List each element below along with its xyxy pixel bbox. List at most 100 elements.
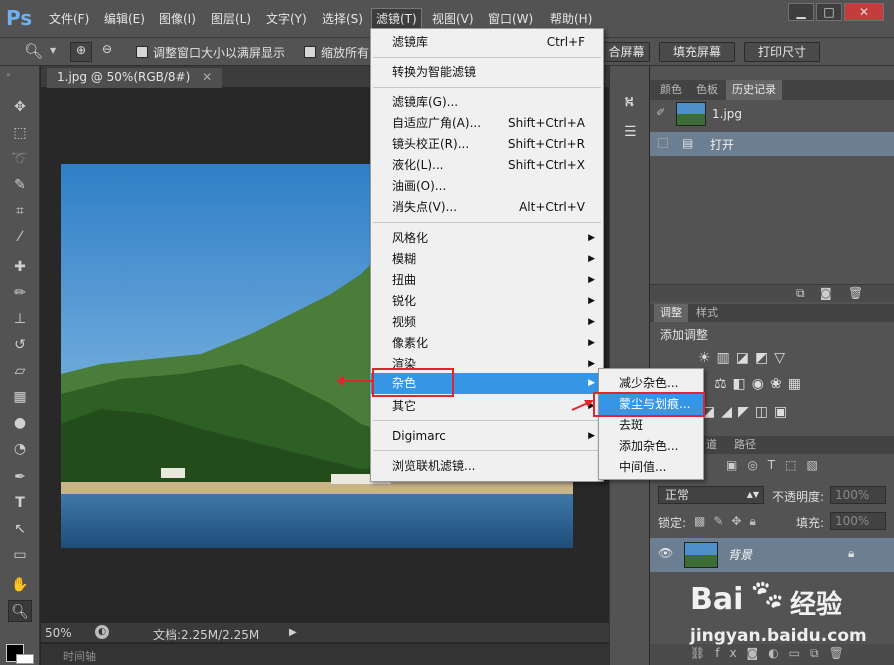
fill-input[interactable]: 100% <box>830 512 886 530</box>
healing-brush-tool-icon[interactable]: ✚ <box>8 256 32 278</box>
zoom-out-icon[interactable]: ⊖ <box>96 42 118 62</box>
fit-screen-button[interactable]: 合屏幕 <box>604 42 650 62</box>
new-document-from-state-icon[interactable]: ⧉ <box>796 286 805 301</box>
menu-item-blur[interactable]: 模糊 ▶ <box>371 249 603 270</box>
crop-tool-icon[interactable]: ⌗ <box>8 200 32 222</box>
zoom-in-icon[interactable]: ⊕ <box>70 42 92 62</box>
menu-help[interactable]: 帮助(H) <box>550 10 592 27</box>
menu-item-video[interactable]: 视频 ▶ <box>371 312 603 333</box>
tab-adjustments[interactable]: 调整 <box>654 304 688 322</box>
menu-window[interactable]: 窗口(W) <box>488 10 533 27</box>
move-tool-icon[interactable]: ✥ <box>8 96 32 118</box>
brush-tool-icon[interactable]: ✏ <box>8 282 32 304</box>
tab-color[interactable]: 颜色 <box>654 80 688 100</box>
pen-tool-icon[interactable]: ✒ <box>8 466 32 488</box>
opacity-label: 不透明度: <box>772 490 825 504</box>
maximize-button[interactable]: □ <box>816 3 842 21</box>
tab-paths[interactable]: 路径 <box>728 436 762 454</box>
status-menu-arrow-icon[interactable]: ▶ <box>289 627 297 638</box>
submenu-item-median[interactable]: 中间值... <box>599 457 703 478</box>
eraser-tool-icon[interactable]: ▱ <box>8 360 32 382</box>
adjustment-icons-row3[interactable]: ◪◢◤◫▣ <box>702 404 822 420</box>
shape-tool-icon[interactable]: ▭ <box>8 544 32 566</box>
blend-mode-select[interactable]: 正常 ▲▼ <box>658 486 764 504</box>
submenu-item-add-noise[interactable]: 添加杂色... <box>599 436 703 457</box>
menu-filter[interactable]: 滤镜(T) <box>371 8 422 29</box>
menu-item-vanishing-point[interactable]: 消失点(V)... Alt+Ctrl+V <box>371 197 603 218</box>
history-step[interactable]: ▤ 打开 <box>650 132 894 156</box>
menu-edit[interactable]: 编辑(E) <box>104 10 145 27</box>
type-tool-icon[interactable]: T <box>8 492 32 514</box>
marquee-tool-icon[interactable]: ⬚ <box>8 122 32 144</box>
menu-image[interactable]: 图像(I) <box>159 10 196 27</box>
document-tab[interactable]: 1.jpg @ 50%(RGB/8#) ✕ <box>47 68 223 88</box>
visibility-eye-icon[interactable]: 👁︎ <box>658 546 673 560</box>
brush-source-icon[interactable]: ✐ <box>656 106 665 119</box>
tab-history[interactable]: 历史记录 <box>726 80 782 100</box>
menu-type[interactable]: 文字(Y) <box>266 10 307 27</box>
menu-select[interactable]: 选择(S) <box>322 10 363 27</box>
zoom-tool-icon[interactable]: 🔍︎ <box>8 600 32 622</box>
background-color-swatch[interactable] <box>16 654 34 664</box>
submenu-item-reduce-noise[interactable]: 减少杂色... <box>599 373 703 394</box>
quick-select-tool-icon[interactable]: ✎ <box>8 174 32 196</box>
menu-item-oil-paint[interactable]: 油画(O)... <box>371 176 603 197</box>
hand-tool-icon[interactable]: ✋ <box>8 574 32 596</box>
stamp-tool-icon[interactable]: ⊥ <box>8 308 32 330</box>
menu-item-filter-gallery-last[interactable]: 滤镜库 Ctrl+F <box>371 32 603 53</box>
collapse-icon[interactable]: » <box>6 70 11 79</box>
menu-item-filter-gallery[interactable]: 滤镜库(G)... <box>371 92 603 113</box>
close-button[interactable]: ✕ <box>844 3 884 21</box>
menu-view[interactable]: 视图(V) <box>432 10 474 27</box>
menu-item-other[interactable]: 其它 ▶ <box>371 396 603 417</box>
menu-file[interactable]: 文件(F) <box>49 10 89 27</box>
layer-row[interactable]: 👁︎ 背景 🔒︎ <box>650 538 894 572</box>
history-snapshot[interactable]: ✐ 1.jpg <box>650 100 894 130</box>
menu-item-stylize[interactable]: 风格化 ▶ <box>371 228 603 249</box>
dodge-tool-icon[interactable]: ◔ <box>8 438 32 460</box>
menu-item-adaptive-wide-angle[interactable]: 自适应广角(A)... Shift+Ctrl+A <box>371 113 603 134</box>
layer-filter-icons[interactable]: ▣◎T⬚▧ <box>726 458 886 472</box>
tool-preset-icon[interactable]: ☰ <box>624 124 637 140</box>
menu-item-lens-correction[interactable]: 镜头校正(R)... Shift+Ctrl+R <box>371 134 603 155</box>
step-checkbox[interactable] <box>658 138 668 148</box>
print-size-button[interactable]: 打印尺寸 <box>744 42 820 62</box>
lasso-tool-icon[interactable]: ➰ <box>8 148 32 170</box>
trash-icon[interactable]: 🗑︎ <box>848 286 863 300</box>
timeline-label[interactable]: 时间轴 <box>63 648 96 664</box>
eyedropper-tool-icon[interactable]: ⁄ <box>8 226 32 248</box>
chevron-down-icon[interactable]: ▼ <box>50 46 56 55</box>
blur-tool-icon[interactable]: ● <box>8 412 32 434</box>
adjustment-icons-row2[interactable]: ⚖◧◉❀▦ <box>714 376 834 392</box>
path-select-tool-icon[interactable]: ↖ <box>8 518 32 540</box>
gradient-tool-icon[interactable]: ▦ <box>8 386 32 408</box>
tab-swatches[interactable]: 色板 <box>690 80 724 100</box>
submenu-arrow-icon: ▶ <box>588 378 595 388</box>
resize-window-checkbox[interactable] <box>136 46 148 58</box>
zoom-tool-icon[interactable]: 🔍︎ <box>24 42 43 60</box>
menu-item-digimarc[interactable]: Digimarc ▶ <box>371 426 603 447</box>
minimize-button[interactable]: ▁ <box>788 3 814 21</box>
menu-item-distort[interactable]: 扭曲 ▶ <box>371 270 603 291</box>
share-icon[interactable]: ◐ <box>95 625 109 639</box>
adjustment-icons-row1[interactable]: ☀▥◪◩▽ <box>698 350 818 366</box>
layer-name[interactable]: 背景 <box>728 546 752 563</box>
menu-item-browse-online[interactable]: 浏览联机滤镜... <box>371 456 603 477</box>
zoom-all-checkbox[interactable] <box>304 46 316 58</box>
lock-icons[interactable]: ▩✎✥🔒︎ <box>694 514 764 529</box>
menu-item-sharpen[interactable]: 锐化 ▶ <box>371 291 603 312</box>
submenu-item-despeckle[interactable]: 去斑 <box>599 415 703 436</box>
menu-item-liquify[interactable]: 液化(L)... Shift+Ctrl+X <box>371 155 603 176</box>
zoom-level[interactable]: 50% <box>45 626 72 640</box>
tab-styles[interactable]: 样式 <box>690 304 724 322</box>
fill-screen-button[interactable]: 填充屏幕 <box>659 42 735 62</box>
brush-preset-icon[interactable]: ⛕ <box>624 94 634 112</box>
history-brush-tool-icon[interactable]: ↺ <box>8 334 32 356</box>
menu-separator <box>373 57 601 58</box>
menu-item-pixelate[interactable]: 像素化 ▶ <box>371 333 603 354</box>
menu-item-convert-smart[interactable]: 转换为智能滤镜 <box>371 62 603 83</box>
camera-icon[interactable]: ◙ <box>820 286 832 300</box>
menu-layer[interactable]: 图层(L) <box>211 10 251 27</box>
opacity-input[interactable]: 100% <box>830 486 886 504</box>
close-tab-icon[interactable]: ✕ <box>202 70 212 84</box>
